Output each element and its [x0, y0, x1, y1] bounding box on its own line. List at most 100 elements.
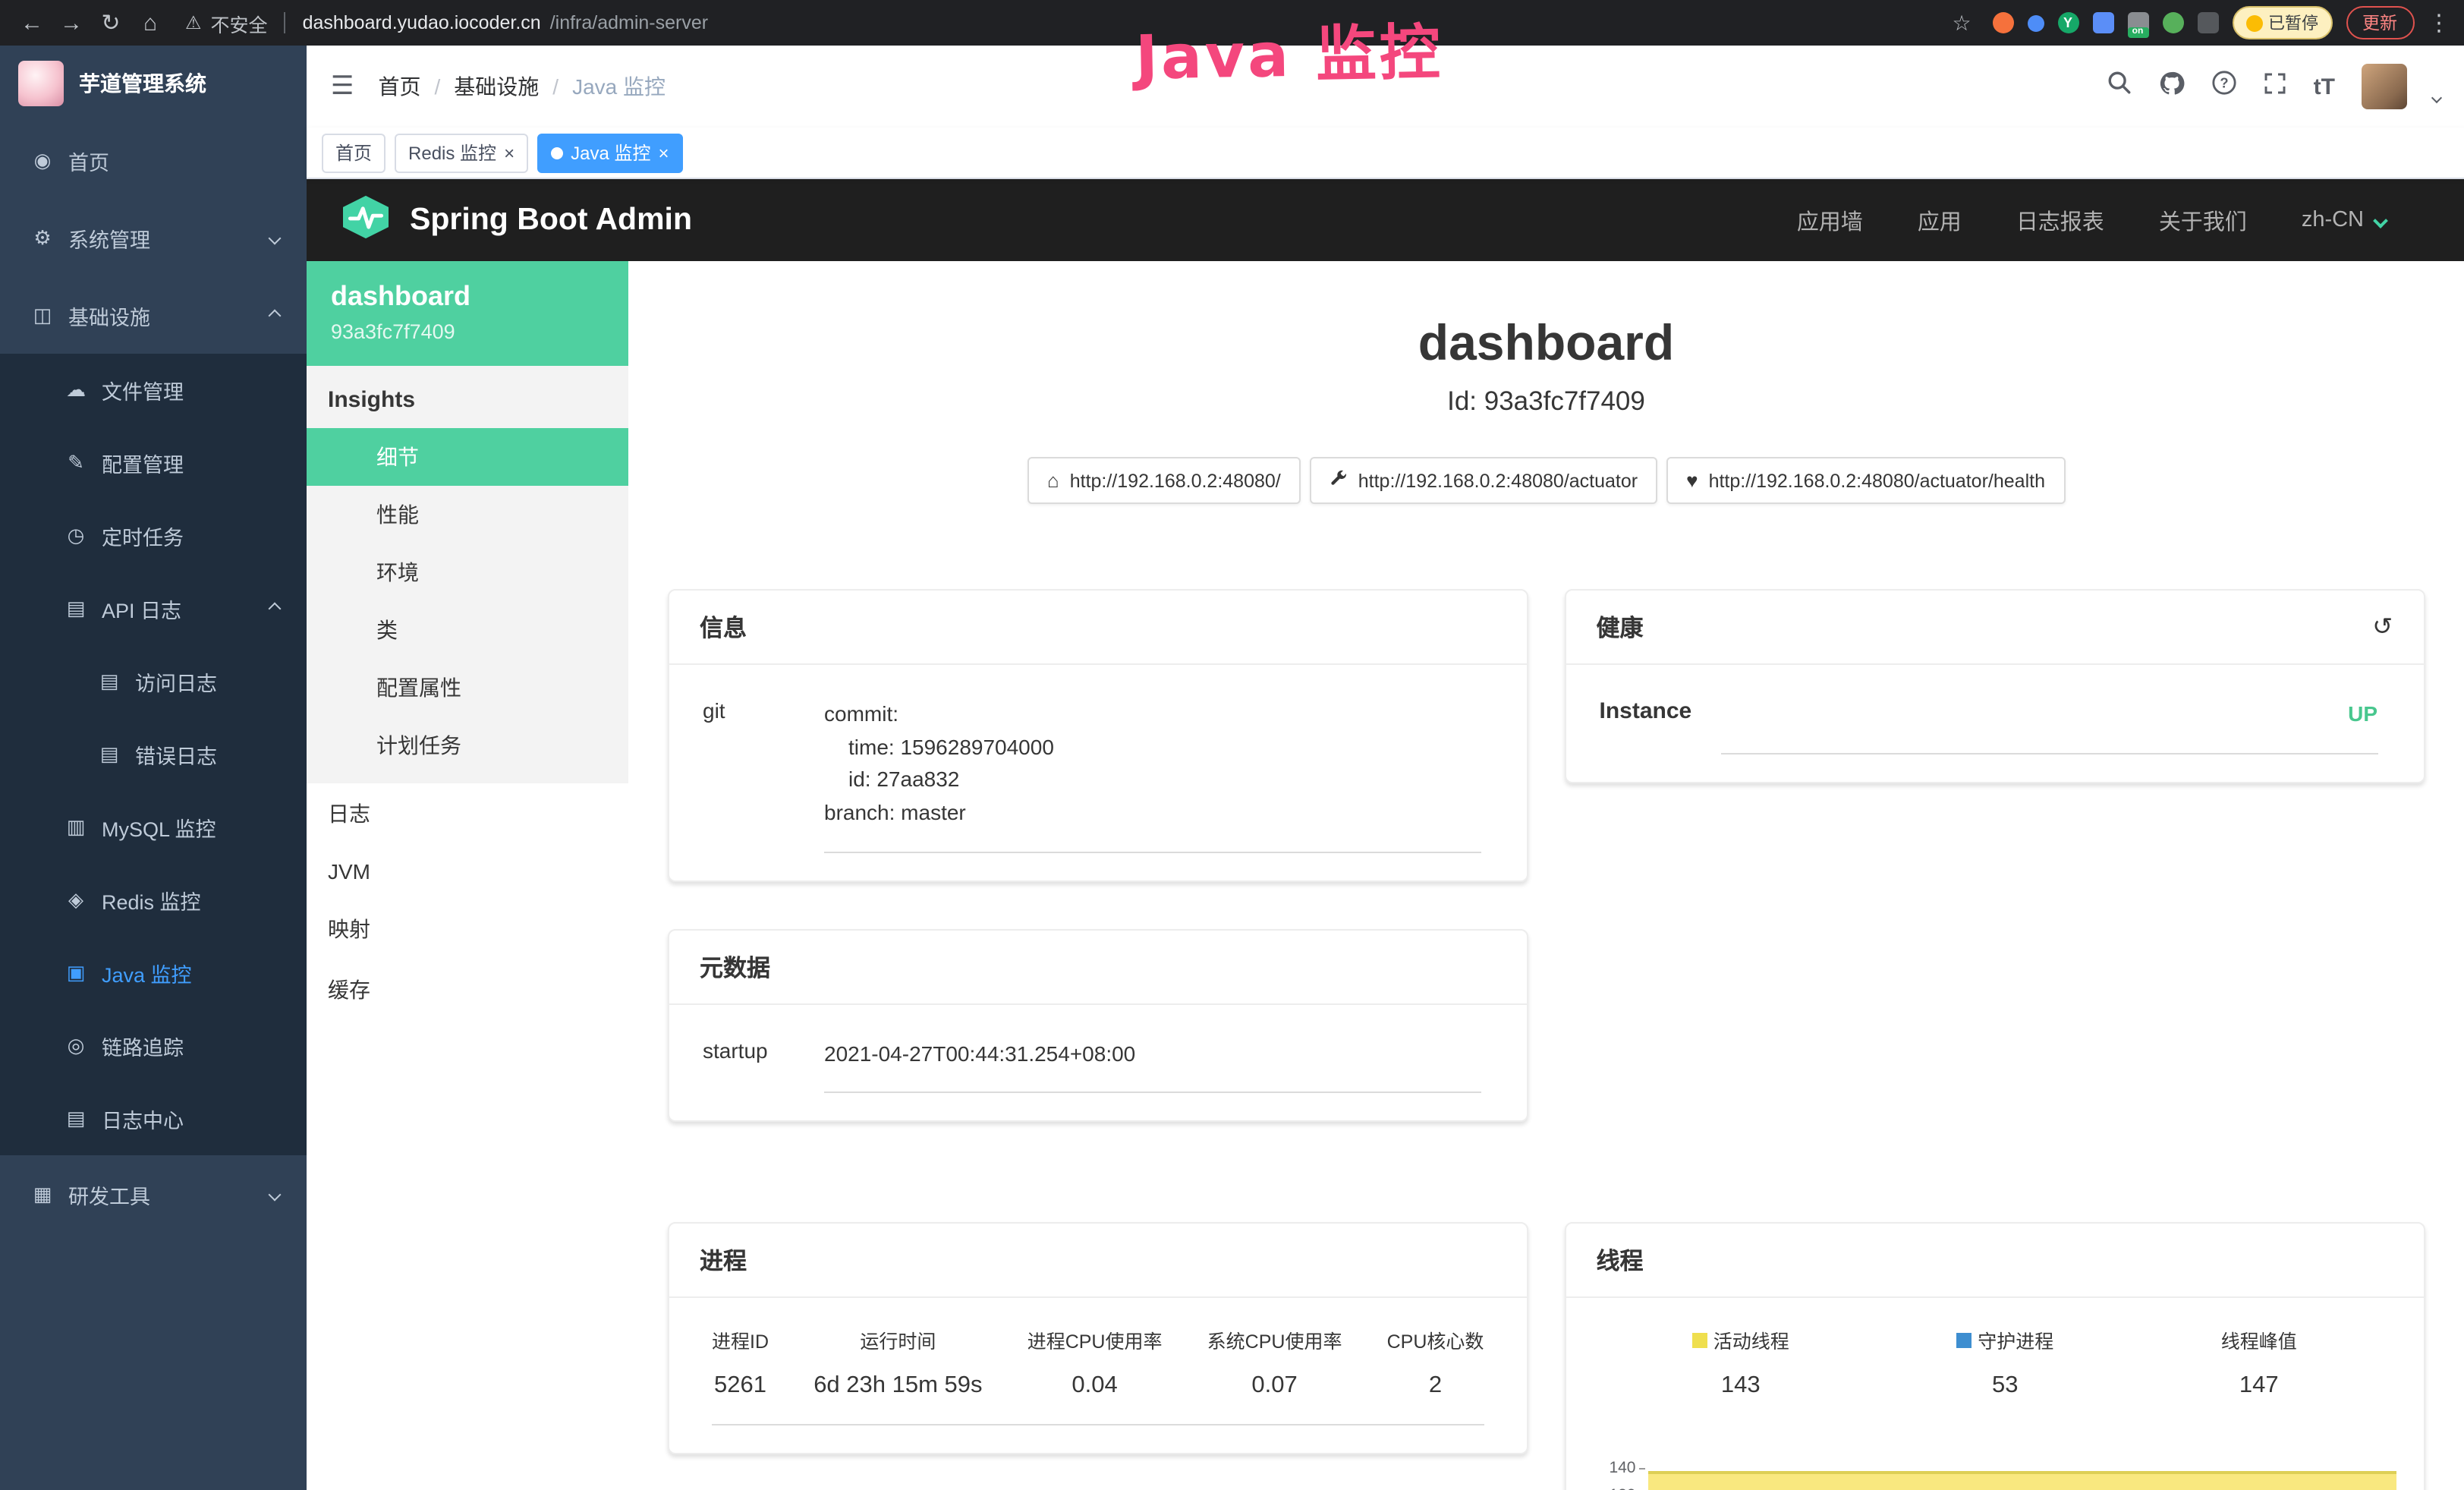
sidebar-item-access-logs[interactable]: ▤ 访问日志 [0, 645, 307, 718]
sba-instance-header[interactable]: dashboard 93a3fc7f7409 [307, 261, 628, 366]
sidebar-item-redis-monitor[interactable]: ◈ Redis 监控 [0, 864, 307, 937]
profile-paused-badge[interactable]: 已暂停 [2232, 6, 2332, 39]
close-icon[interactable]: × [504, 142, 515, 163]
stat-label: 进程ID [712, 1325, 769, 1354]
chrome-update-button[interactable]: 更新 [2346, 6, 2414, 39]
sidebar-item-log-center[interactable]: ▤ 日志中心 [0, 1082, 307, 1155]
home-icon: ⌂ [1047, 469, 1059, 492]
extension-icon-1[interactable] [1992, 12, 2013, 33]
sba-nav-wallboard[interactable]: 应用墙 [1797, 204, 1863, 236]
sba-locale-select[interactable]: zh-CN [2302, 208, 2385, 232]
sba-menu-mappings[interactable]: 映射 [307, 899, 628, 959]
instance-id-line: Id: 93a3fc7f7409 [628, 386, 2464, 417]
eye-icon: ◎ [64, 1034, 88, 1058]
sba-menu-scheduled-tasks[interactable]: 计划任务 [307, 717, 628, 774]
sidebar-item-label: 错误日志 [135, 739, 217, 770]
threads-chart: 140 120 100 [1584, 1460, 2403, 1490]
user-avatar[interactable] [2361, 64, 2406, 109]
sba-menu-details[interactable]: 细节 [307, 428, 628, 486]
help-icon[interactable]: ? [2212, 70, 2238, 103]
tag-redis-monitor[interactable]: Redis 监控 × [395, 133, 528, 172]
sba-menu-logs[interactable]: 日志 [307, 783, 628, 844]
chart-y-axis: 140 120 100 [1584, 1460, 1645, 1490]
forward-icon[interactable]: → [55, 10, 88, 36]
history-icon[interactable]: ↺ [2372, 612, 2393, 642]
close-icon[interactable]: × [658, 142, 669, 163]
app-logo-row[interactable]: 芋道管理系统 [0, 46, 307, 121]
health-value-cell: UP [1721, 698, 2378, 754]
display-icon: ▣ [64, 961, 88, 985]
card-title: 元数据 [700, 950, 770, 984]
health-url-link[interactable]: ♥ http://192.168.0.2:48080/actuator/heal… [1666, 457, 2065, 504]
health-instance-row[interactable]: Instance UP [1566, 674, 2424, 754]
extension-icon-4[interactable] [2092, 12, 2113, 33]
sba-menu-environment[interactable]: 环境 [307, 543, 628, 601]
sidebar-fold-icon[interactable]: ☰ [307, 71, 379, 102]
insights-group: Insights 细节 性能 环境 类 配置属性 计划任务 [307, 366, 628, 783]
stat-label: 守护进程 [1978, 1325, 2053, 1354]
sidebar-item-error-logs[interactable]: ▤ 错误日志 [0, 718, 307, 791]
sidebar-item-file-management[interactable]: ☁ 文件管理 [0, 354, 307, 427]
card-title: 进程 [700, 1243, 747, 1277]
address-bar[interactable]: ⚠ 不安全 dashboard.yudao.iocoder.cn/infra/a… [185, 8, 1939, 37]
fullscreen-icon[interactable] [2264, 71, 2288, 102]
status-badge: UP [2348, 698, 2377, 731]
info-value: commit: time: 1596289704000 id: 27aa832 … [824, 698, 1481, 853]
tag-home[interactable]: 首页 [322, 133, 385, 172]
search-icon[interactable] [2107, 70, 2133, 103]
sidebar-item-scheduled-tasks[interactable]: ◷ 定时任务 [0, 499, 307, 572]
bookmark-star-icon[interactable]: ☆ [1945, 10, 1978, 36]
sba-menu-classes[interactable]: 类 [307, 601, 628, 659]
breadcrumb-item-home[interactable]: 首页 [379, 71, 421, 102]
sba-brand-title[interactable]: Spring Boot Admin [410, 202, 692, 238]
y-tick: 120 [1609, 1486, 1635, 1490]
back-icon[interactable]: ← [15, 10, 49, 36]
sidebar-item-system-management[interactable]: ⚙ 系统管理 [0, 199, 307, 276]
heart-icon: ♥ [1686, 469, 1698, 492]
sba-menu-caches[interactable]: 缓存 [307, 959, 628, 1020]
sidebar-item-mysql-monitor[interactable]: ▥ MySQL 监控 [0, 791, 307, 864]
breadcrumb: 首页 / 基础设施 / Java 监控 [379, 71, 666, 102]
actuator-url-link[interactable]: http://192.168.0.2:48080/actuator [1310, 457, 1657, 504]
app-sidebar-nav: ◉ 首页 ⚙ 系统管理 ◫ 基础设施 ☁ 文件管理 [0, 121, 307, 1490]
sidebar-item-config-management[interactable]: ✎ 配置管理 [0, 427, 307, 499]
chevron-down-icon [2372, 213, 2387, 228]
sidebar-item-label: 链路追踪 [102, 1031, 184, 1061]
sba-nav-journal[interactable]: 日志报表 [2016, 204, 2104, 236]
instance-url-link[interactable]: ⌂ http://192.168.0.2:48080/ [1027, 457, 1301, 504]
breadcrumb-item-infrastructure[interactable]: 基础设施 [454, 71, 539, 102]
sba-menu-jvm[interactable]: JVM [307, 844, 628, 899]
avatar-caret-icon[interactable] [2431, 92, 2441, 102]
monitor-icon: ◫ [30, 303, 55, 327]
sidebar-item-dev-tools[interactable]: ▦ 研发工具 [0, 1155, 307, 1233]
sidebar-item-home[interactable]: ◉ 首页 [0, 121, 307, 199]
extension-icon-6[interactable] [2162, 12, 2183, 33]
layers-icon: ◈ [64, 888, 88, 912]
github-icon[interactable] [2159, 69, 2186, 104]
stat-label: 线程峰值 [2221, 1325, 2297, 1354]
tag-label: 首页 [335, 140, 372, 165]
sba-menu-metrics[interactable]: 性能 [307, 486, 628, 543]
app-logo-avatar [18, 61, 64, 106]
extension-icon-3[interactable]: Y [2057, 12, 2079, 33]
sidebar-item-java-monitor[interactable]: ▣ Java 监控 [0, 937, 307, 1010]
font-size-icon[interactable]: tT [2314, 74, 2335, 99]
browser-menu-icon[interactable]: ⋮ [2428, 9, 2449, 36]
sba-nav-applications[interactable]: 应用 [1918, 204, 1962, 236]
sba-nav-about[interactable]: 关于我们 [2159, 204, 2247, 236]
extension-icon-2[interactable] [2027, 14, 2044, 31]
extension-icon-7[interactable] [2197, 12, 2218, 33]
instance-title: dashboard [628, 313, 2464, 373]
sidebar-item-tracing[interactable]: ◎ 链路追踪 [0, 1010, 307, 1082]
sidebar-item-api-logs[interactable]: ▤ API 日志 [0, 572, 307, 645]
topbar-actions: ? tT [2107, 64, 2464, 109]
sidebar-item-infrastructure[interactable]: ◫ 基础设施 [0, 276, 307, 354]
home-icon[interactable]: ⌂ [134, 10, 167, 36]
tag-java-monitor[interactable]: Java 监控 × [537, 133, 682, 172]
reload-icon[interactable]: ↻ [94, 9, 127, 36]
sba-menu-config-props[interactable]: 配置属性 [307, 659, 628, 717]
breadcrumb-separator: / [552, 74, 559, 99]
extension-icon-5[interactable]: on [2127, 12, 2148, 33]
sba-nav: 应用墙 应用 日志报表 关于我们 [1797, 204, 2247, 236]
svg-text:?: ? [2220, 74, 2229, 90]
